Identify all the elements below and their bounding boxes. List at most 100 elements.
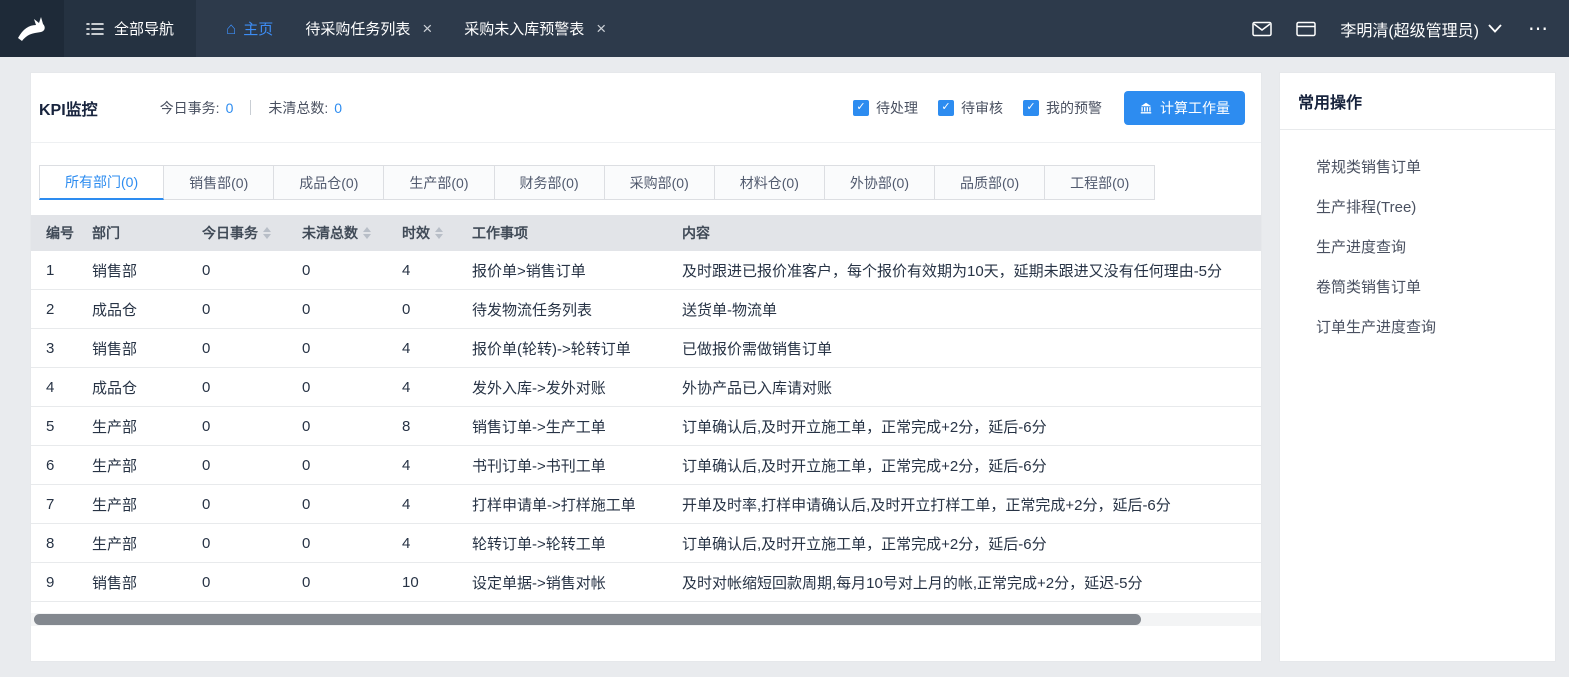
sort-icon [435,227,443,239]
dept-tab-0[interactable]: 所有部门(0) [39,165,164,200]
filter-checkbox-2[interactable]: ✓我的预警 [1023,98,1102,118]
topbar: 全部导航 ⌂主页待采购任务列表× 采购未入库预警表 × 李明清(超级管理员) ⋯ [0,0,1569,57]
table-cell: 4 [396,340,466,357]
close-icon[interactable]: × [596,20,606,37]
table-row[interactable]: 3销售部004报价单(轮转)->轮转订单已做报价需做销售订单 [31,329,1261,368]
column-header-5: 工作事项 [466,223,676,243]
table-cell: 生产部 [86,494,196,515]
table-cell: 3 [31,340,86,357]
today-stat: 今日事务: 0 [160,98,234,118]
topbar-tab-2[interactable]: 采购未入库预警表 × [448,0,622,57]
dept-tab-9[interactable]: 工程部(0) [1045,165,1155,200]
header-label: 工作事项 [472,223,528,243]
dept-tabs: 所有部门(0)销售部(0)成品仓(0)生产部(0)财务部(0)采购部(0)材料仓… [39,165,1261,200]
table-cell: 及时跟进已报价准客户，每个报价有效期为10天，延期未跟进又没有任何理由-5分 [676,260,1261,281]
table-cell: 0 [296,574,396,591]
quick-op-link-2[interactable]: 生产进度查询 [1280,226,1555,266]
header-label: 今日事务 [202,223,258,243]
table-row[interactable]: 1销售部004报价单>销售订单及时跟进已报价准客户，每个报价有效期为10天，延期… [31,251,1261,290]
kpi-title: KPI监控 [39,96,98,120]
today-value: 0 [226,100,234,116]
topbar-tab-1[interactable]: 待采购任务列表× [289,0,448,57]
table-cell: 已做报价需做销售订单 [676,338,1261,359]
window-icon[interactable] [1296,21,1316,37]
table-cell: 送货单-物流单 [676,299,1261,320]
table-cell: 0 [296,301,396,318]
table-cell: 生产部 [86,416,196,437]
table-cell: 轮转订单->轮转工单 [466,533,676,554]
table-cell: 销售部 [86,260,196,281]
table-cell: 及时对帐缩短回款周期,每月10号对上月的帐,正常完成+2分，延迟-5分 [676,572,1261,593]
table-cell: 4 [396,496,466,513]
table-cell: 0 [196,535,296,552]
table-cell: 打样申请单->打样施工单 [466,494,676,515]
antelope-logo-icon [15,14,49,44]
column-header-2[interactable]: 今日事务 [196,223,296,243]
quick-op-link-4[interactable]: 订单生产进度查询 [1280,306,1555,346]
user-name: 李明清(超级管理员) [1340,17,1479,41]
table-row[interactable]: 2成品仓000待发物流任务列表送货单-物流单 [31,290,1261,329]
dept-tab-5[interactable]: 采购部(0) [605,165,715,200]
sort-icon [263,227,271,239]
home-icon: ⌂ [226,20,236,37]
user-menu[interactable]: 李明清(超级管理员) [1340,17,1502,41]
table-cell: 发外入库->发外对账 [466,377,676,398]
table-row[interactable]: 8生产部004轮转订单->轮转工单订单确认后,及时开立施工单，正常完成+2分，延… [31,524,1261,563]
table-body: 1销售部004报价单>销售订单及时跟进已报价准客户，每个报价有效期为10天，延期… [31,251,1261,613]
filter-checkbox-0[interactable]: ✓待处理 [853,98,918,118]
quick-op-link-0[interactable]: 常规类销售订单 [1280,146,1555,186]
table-cell: 7 [31,496,86,513]
table-cell: 书刊订单->书刊工单 [466,455,676,476]
kpi-table: 编号部门今日事务未清总数时效工作事项内容 1销售部004报价单>销售订单及时跟进… [31,215,1261,626]
filter-checkbox-1[interactable]: ✓待审核 [938,98,1003,118]
table-cell: 成品仓 [86,377,196,398]
mail-icon[interactable] [1252,21,1272,37]
table-header: 编号部门今日事务未清总数时效工作事项内容 [31,215,1261,251]
tab-label: 采购未入库预警表 [464,18,584,39]
table-row[interactable]: 6生产部004书刊订单->书刊工单订单确认后,及时开立施工单，正常完成+2分，延… [31,446,1261,485]
dept-tab-6[interactable]: 材料仓(0) [715,165,825,200]
table-cell: 8 [396,418,466,435]
dept-tab-7[interactable]: 外协部(0) [825,165,935,200]
scrollbar-thumb[interactable] [34,614,1141,625]
table-cell: 销售部 [86,572,196,593]
topbar-tab-0[interactable]: ⌂主页 [210,0,289,57]
all-navigation-label: 全部导航 [114,18,174,39]
table-row[interactable]: 4成品仓004发外入库->发外对账外协产品已入库请对账 [31,368,1261,407]
horizontal-scrollbar[interactable] [31,613,1261,626]
app-logo[interactable] [0,0,64,57]
table-cell: 0 [196,496,296,513]
table-cell: 0 [296,262,396,279]
table-cell: 4 [396,457,466,474]
dept-tab-4[interactable]: 财务部(0) [495,165,605,200]
today-label: 今日事务: [160,100,220,116]
table-cell: 4 [396,262,466,279]
column-header-6: 内容 [676,223,1261,243]
calc-workload-button[interactable]: 计算工作量 [1124,91,1245,125]
table-row[interactable]: 7生产部004打样申请单->打样施工单开单及时率,打样申请确认后,及时开立打样工… [31,485,1261,524]
kpi-header-row: KPI监控 今日事务:0 未清总数:0 ✓待处理✓待审核✓我的预警 计算工作量 [31,73,1261,143]
table-cell: 0 [296,457,396,474]
dept-tab-2[interactable]: 成品仓(0) [274,165,384,200]
table-row[interactable]: 9销售部0010设定单据->销售对帐及时对帐缩短回款周期,每月10号对上月的帐,… [31,563,1261,602]
dept-tab-8[interactable]: 品质部(0) [935,165,1045,200]
all-navigation-button[interactable]: 全部导航 [64,0,196,57]
table-cell: 4 [31,379,86,396]
column-header-4[interactable]: 时效 [396,223,466,243]
table-cell: 5 [31,418,86,435]
filter-label: 我的预警 [1046,98,1102,118]
dept-tab-1[interactable]: 销售部(0) [164,165,274,200]
header-label: 内容 [682,223,710,243]
menu-icon [86,22,104,36]
more-icon[interactable]: ⋯ [1526,19,1551,39]
dept-tab-3[interactable]: 生产部(0) [384,165,494,200]
quick-op-link-1[interactable]: 生产排程(Tree) [1280,186,1555,226]
table-cell: 4 [396,379,466,396]
quick-op-link-3[interactable]: 卷筒类销售订单 [1280,266,1555,306]
stat-divider [250,100,251,115]
column-header-0: 编号 [31,223,86,243]
close-icon[interactable]: × [422,20,432,37]
table-row[interactable]: 5生产部008销售订单->生产工单订单确认后,及时开立施工单，正常完成+2分，延… [31,407,1261,446]
column-header-3[interactable]: 未清总数 [296,223,396,243]
table-row[interactable]: 10财务部004销售对账->销售发票财务开票及时率,业务申请开票,1小时内完成开… [31,602,1261,613]
